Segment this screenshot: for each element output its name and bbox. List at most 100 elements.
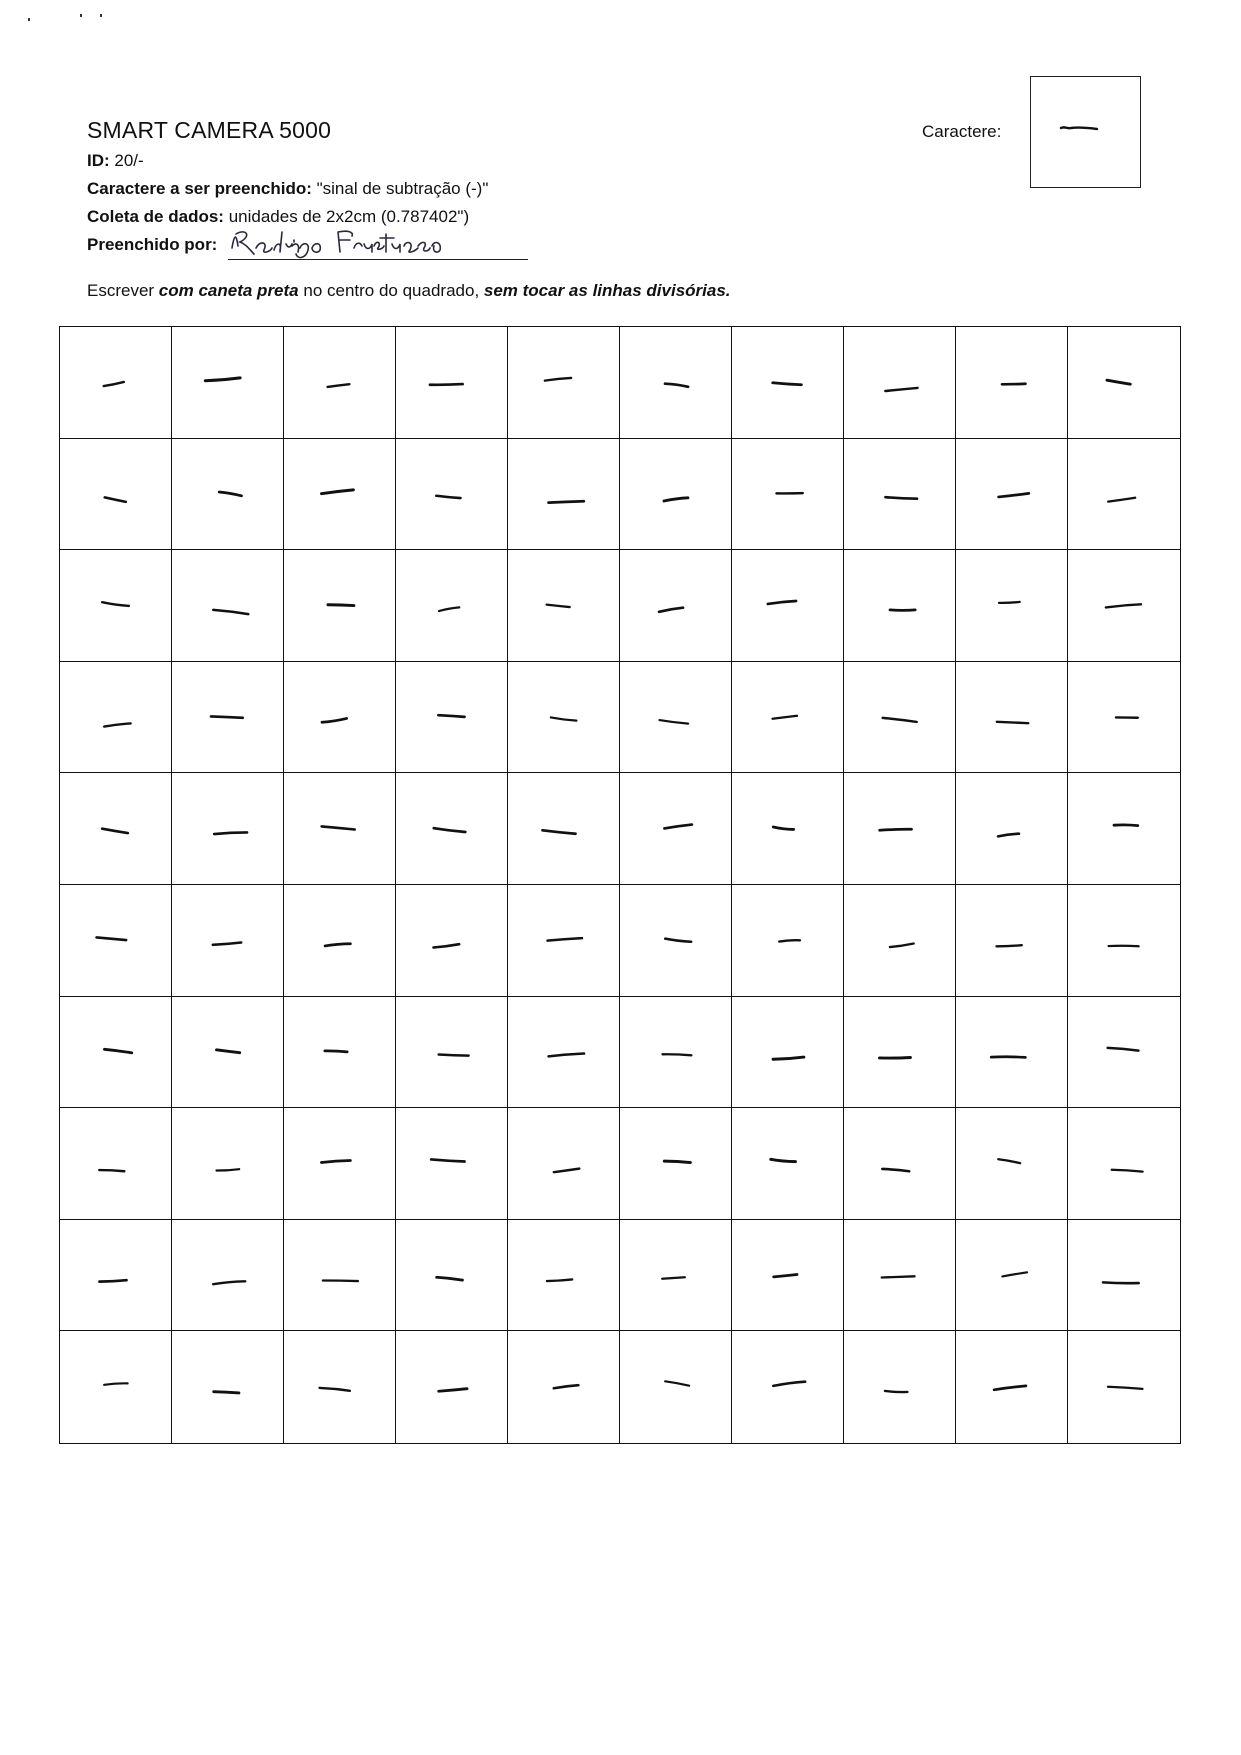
- minus-stroke: [664, 497, 688, 500]
- grid-cell: [172, 550, 284, 662]
- grid-cell: [1068, 662, 1180, 774]
- grid-cell: [844, 1331, 956, 1443]
- handwritten-minus-mark: [508, 439, 619, 550]
- minus-stroke: [771, 1160, 796, 1162]
- handwritten-minus-mark: [732, 1108, 843, 1219]
- grid-cell: [1068, 327, 1180, 439]
- handwritten-minus-mark: [508, 327, 619, 438]
- handwritten-minus-mark: [844, 439, 955, 550]
- minus-stroke: [773, 1382, 805, 1386]
- minus-stroke: [1108, 1047, 1139, 1050]
- grid-cell: [732, 438, 844, 551]
- minus-stroke: [880, 1057, 911, 1058]
- id-value: 20/-: [109, 151, 144, 170]
- handwritten-minus-mark: [508, 1108, 619, 1219]
- grid-cell: [1068, 773, 1180, 885]
- minus-stroke: [1108, 1387, 1142, 1389]
- handwritten-minus-mark: [956, 662, 1067, 773]
- id-label: ID:: [87, 151, 110, 170]
- minus-stroke: [205, 378, 240, 381]
- handwritten-minus-mark: [956, 885, 1067, 996]
- handwritten-minus-mark: [620, 550, 731, 661]
- minus-stroke: [325, 1050, 347, 1051]
- filled-by-line: Preenchido por:: [87, 235, 217, 255]
- minus-stroke: [1112, 1170, 1143, 1172]
- grid-cell: [956, 438, 1068, 551]
- minus-stroke: [994, 1386, 1026, 1390]
- grid-cell: [1068, 1220, 1180, 1332]
- minus-stroke: [1107, 380, 1130, 384]
- handwritten-minus-mark: [172, 997, 283, 1108]
- minus-stroke: [665, 939, 691, 942]
- handwritten-minus-mark: [396, 773, 507, 884]
- grid-cell: [732, 773, 844, 885]
- grid-cell: [620, 884, 732, 997]
- minus-stroke: [774, 1274, 797, 1276]
- minus-stroke: [1106, 604, 1141, 607]
- handwritten-minus-mark: [396, 550, 507, 661]
- handwritten-minus-mark: [60, 662, 171, 773]
- grid-cell: [396, 884, 508, 997]
- handwritten-signature: [231, 230, 442, 259]
- handwritten-minus-mark: [1068, 773, 1180, 884]
- handwritten-minus-mark: [732, 885, 843, 996]
- grid-cell: [508, 1331, 620, 1443]
- minus-stroke: [322, 827, 355, 830]
- handwritten-minus-mark: [732, 1220, 843, 1331]
- handwritten-minus-mark: [1068, 439, 1180, 550]
- minus-stroke: [321, 1161, 350, 1163]
- grid-cell: [956, 1331, 1068, 1443]
- grid-cell: [732, 1331, 844, 1443]
- grid-cell: [732, 996, 844, 1109]
- grid-cell: [844, 661, 956, 774]
- grid-cell: [284, 327, 396, 439]
- grid-cell: [844, 773, 956, 885]
- minus-stroke: [773, 1057, 804, 1059]
- minus-stroke: [998, 834, 1019, 837]
- instruction-part-2: com caneta preta: [158, 281, 299, 300]
- minus-stroke: [436, 495, 460, 497]
- grid-cell: [284, 661, 396, 774]
- minus-stroke: [664, 1161, 690, 1162]
- grid-cell: [620, 996, 732, 1109]
- handwritten-minus-mark: [396, 1220, 507, 1331]
- minus-stroke: [768, 601, 796, 604]
- handwritten-minus-mark: [172, 327, 283, 438]
- instruction-part-3: no centro do quadrado,: [298, 281, 484, 300]
- minus-stroke: [438, 715, 464, 717]
- handwritten-minus-mark: [508, 885, 619, 996]
- handwritten-minus-mark: [508, 1220, 619, 1331]
- grid-cell: [396, 996, 508, 1109]
- handwritten-minus-mark: [844, 1220, 955, 1331]
- handwritten-minus-mark: [60, 327, 171, 438]
- minus-stroke: [999, 602, 1020, 603]
- minus-stroke: [1108, 497, 1135, 501]
- grid-cell: [732, 1108, 844, 1220]
- handwritten-minus-mark: [284, 550, 395, 661]
- data-collection-label: Coleta de dados:: [87, 207, 224, 226]
- handwritten-minus-mark: [172, 1220, 283, 1331]
- grid-cell: [172, 327, 284, 439]
- handwritten-minus-mark: [1068, 1108, 1180, 1219]
- handwritten-minus-mark: [1068, 1220, 1180, 1331]
- handwritten-minus-mark: [732, 327, 843, 438]
- handwritten-minus-mark: [60, 885, 171, 996]
- grid-cell: [844, 1108, 956, 1220]
- handwritten-minus-mark: [620, 773, 731, 884]
- grid-cell: [284, 1331, 396, 1443]
- grid-cell: [508, 1219, 620, 1332]
- grid-cell: [508, 1108, 620, 1220]
- handwritten-minus-mark: [284, 662, 395, 773]
- grid-cell: [508, 884, 620, 997]
- minus-stroke: [439, 608, 459, 612]
- minus-stroke: [105, 497, 126, 501]
- handwritten-minus-mark: [844, 550, 955, 661]
- grid-cell: [1068, 439, 1180, 551]
- grid-cell: [172, 996, 284, 1109]
- signature-underline: [228, 259, 528, 260]
- minus-stroke: [328, 384, 350, 387]
- minus-stroke: [1002, 384, 1025, 385]
- handwritten-minus-mark: [172, 439, 283, 550]
- minus-stroke: [547, 1279, 572, 1281]
- minus-stroke: [543, 831, 576, 834]
